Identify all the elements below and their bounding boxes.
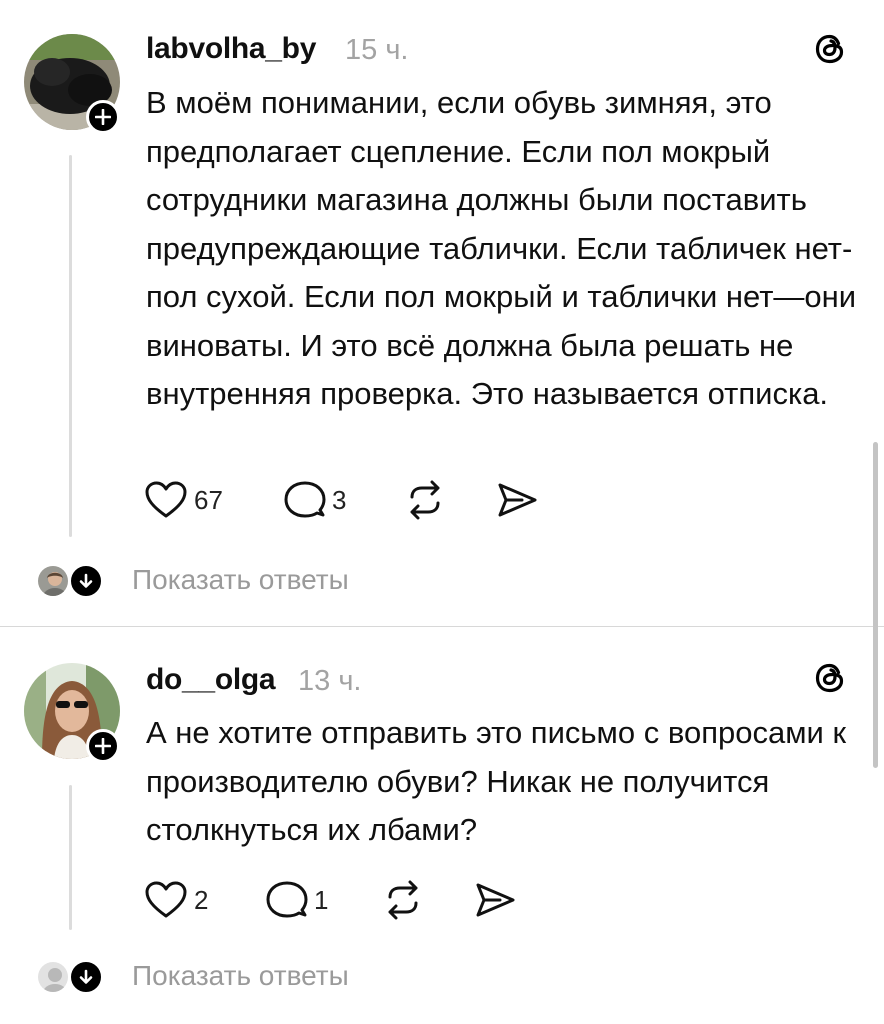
like-count: 2 bbox=[194, 884, 209, 915]
like-count: 67 bbox=[194, 484, 223, 515]
comment-button[interactable]: 1 bbox=[266, 880, 328, 920]
threads-logo-icon[interactable] bbox=[812, 660, 848, 696]
like-button[interactable]: 2 bbox=[144, 880, 208, 920]
comment-button[interactable]: 3 bbox=[284, 480, 346, 520]
threads-logo-icon[interactable] bbox=[812, 31, 848, 67]
thread-line bbox=[69, 155, 72, 537]
comment-icon bbox=[284, 481, 326, 518]
post-actions: 67 3 bbox=[144, 480, 544, 520]
share-button[interactable] bbox=[496, 480, 538, 520]
show-replies-label: Показать ответы bbox=[132, 564, 349, 595]
comment-count: 3 bbox=[332, 484, 347, 515]
thread-line bbox=[69, 785, 72, 930]
comment-icon bbox=[266, 881, 308, 918]
share-icon bbox=[476, 883, 515, 917]
repost-icon bbox=[410, 480, 440, 520]
username[interactable]: labvolha_by bbox=[146, 32, 316, 66]
reply-avatar bbox=[36, 960, 70, 994]
post-time: 15 ч. bbox=[345, 34, 409, 66]
follow-plus-button[interactable] bbox=[86, 729, 120, 763]
heart-icon bbox=[145, 881, 187, 918]
comment-count: 1 bbox=[314, 884, 329, 915]
post-text: В моём понимании, если обувь зимняя, это… bbox=[146, 85, 857, 411]
repost-button[interactable] bbox=[382, 880, 424, 920]
heart-icon bbox=[145, 481, 187, 518]
scrollbar[interactable] bbox=[873, 442, 878, 768]
post-text: А не хотите отправить это письмо с вопро… bbox=[146, 715, 847, 847]
username[interactable]: do__olga bbox=[146, 663, 276, 697]
arrow-down-icon bbox=[68, 959, 104, 995]
arrow-down-icon bbox=[68, 563, 104, 599]
share-icon bbox=[498, 483, 537, 517]
repost-button[interactable] bbox=[404, 480, 446, 520]
plus-icon bbox=[95, 738, 111, 754]
plus-icon bbox=[95, 109, 111, 125]
share-button[interactable] bbox=[474, 880, 516, 920]
follow-plus-button[interactable] bbox=[86, 100, 120, 134]
like-button[interactable]: 67 bbox=[144, 480, 223, 520]
thread-post: labvolha_by 15 ч. В моём понимании, если… bbox=[0, 0, 884, 626]
reply-avatar bbox=[36, 564, 70, 598]
thread-post: do__olga 13 ч. А не хотите отправить это… bbox=[0, 627, 884, 1024]
repost-icon bbox=[388, 880, 418, 920]
post-time: 13 ч. bbox=[298, 665, 362, 697]
show-replies-label: Показать ответы bbox=[132, 960, 349, 991]
post-actions: 2 1 bbox=[144, 880, 544, 920]
